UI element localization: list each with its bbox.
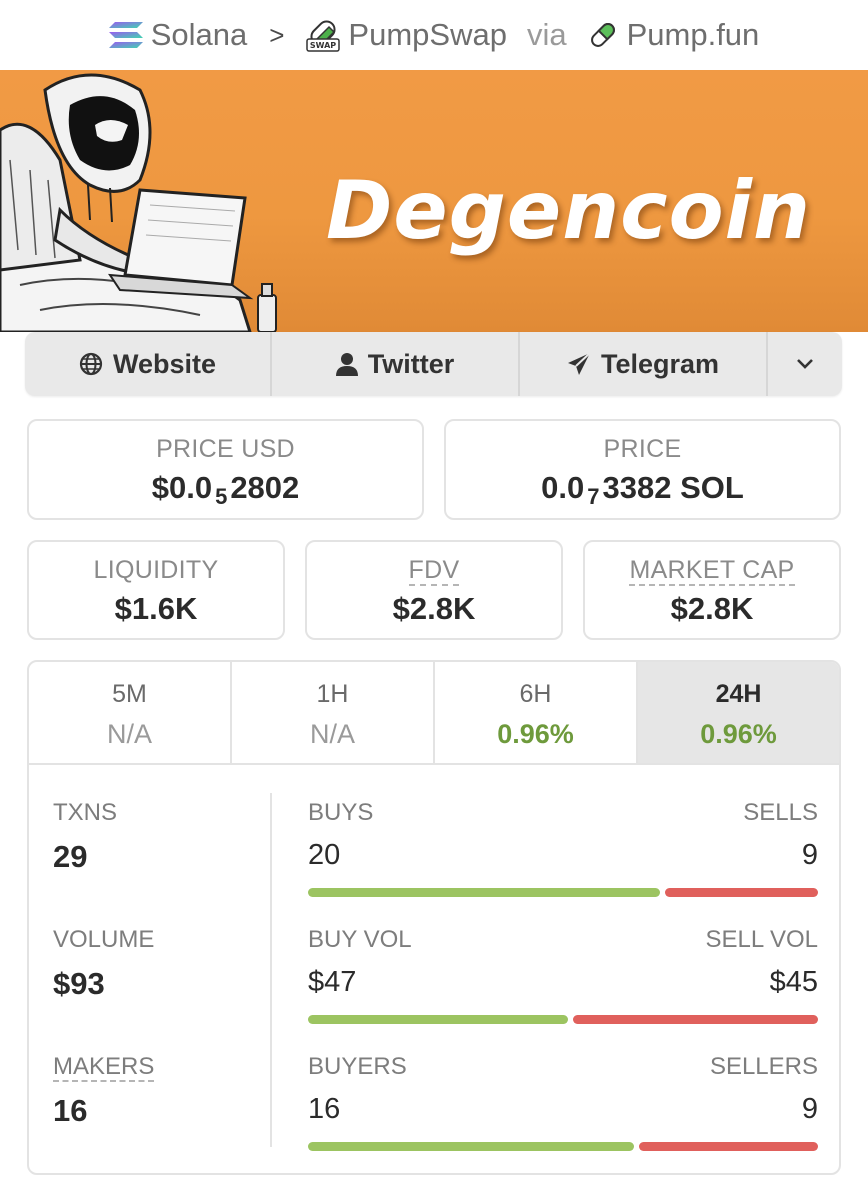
price-native-label: PRICE [603,435,682,463]
sells-label: SELLS [743,799,818,826]
tab-label: 24H [715,680,762,708]
user-icon [335,353,358,376]
stats-body: TXNS 29 VOLUME $93 MAKERS 16 BUYS SELLS … [29,765,839,1173]
sellers-value: 9 [801,1093,818,1125]
tab-label: 5M [112,680,147,708]
solana-icon [108,22,143,48]
chevron-right-icon: > [269,19,285,50]
social-links-bar: Website Twitter Telegram [25,332,842,396]
price-usd-card: PRICE USD $0.0 52802 [27,419,424,520]
price-usd-value: $0.0 52802 [151,470,300,509]
fdv-card[interactable]: FDV $2.8K [305,540,563,640]
buyvol-sellvol-ratio: BUY VOL SELL VOL $47 $45 [308,926,818,1024]
svg-text:SWAP: SWAP [310,41,336,50]
tab-change: 0.96% [700,719,777,749]
website-label: Website [112,348,217,379]
more-links-button[interactable] [768,332,842,396]
fdv-value: $2.8K [392,591,476,626]
sell-vol-value: $45 [769,966,818,998]
telegram-button[interactable]: Telegram [520,332,768,396]
token-name: Degencoin [326,164,811,257]
buy-vol-portion-bar [308,1015,569,1024]
tab-label: 1H [316,680,349,708]
tab-24h[interactable]: 24H 0.96% [638,662,839,763]
price-usd-label: PRICE USD [156,435,295,463]
fdv-label: FDV [408,556,460,586]
twitter-button[interactable]: Twitter [272,332,520,396]
buyers-value: 16 [308,1093,341,1125]
volume-stat: VOLUME $93 [53,926,154,1002]
sellers-portion-bar [639,1142,818,1151]
pumpswap-icon: SWAP [306,20,341,52]
buyers-label: BUYERS [308,1053,407,1080]
telegram-label: Telegram [600,348,720,379]
breadcrumb-chain[interactable]: Solana [108,17,248,53]
buyers-bar [308,1142,818,1151]
makers-stat[interactable]: MAKERS 16 [53,1053,155,1129]
market-cap-label: MARKET CAP [629,556,795,586]
buys-value: 20 [308,839,341,871]
market-cap-value: $2.8K [670,591,754,626]
sells-value: 9 [801,839,818,871]
makers-value: 16 [53,1093,88,1128]
buyers-portion-bar [308,1142,635,1151]
pill-icon [590,23,615,47]
breadcrumb-dex[interactable]: SWAP PumpSwap [306,17,507,53]
breadcrumb: Solana > SWAP PumpSwap via Pump.fun [0,0,868,70]
sellers-label: SELLERS [709,1053,818,1080]
makers-label: MAKERS [53,1053,155,1082]
buy-portion-bar [308,888,660,897]
buy-vol-value: $47 [308,966,357,998]
via-text: via [526,17,567,52]
sell-portion-bar [664,888,818,897]
buys-sells-bar [308,888,818,897]
dex-label: PumpSwap [348,17,507,52]
launchpad-label: Pump.fun [626,17,760,52]
timeframe-tabs: 5M N/A 1H N/A 6H 0.96% 24H 0.96% [29,662,839,765]
divider [270,793,272,1147]
tab-6h[interactable]: 6H 0.96% [435,662,638,763]
tab-change: N/A [106,719,152,749]
txns-value: 29 [53,839,88,874]
buys-sells-ratio: BUYS SELLS 20 9 [308,799,818,897]
breadcrumb-launchpad[interactable]: Pump.fun [587,17,760,53]
liquidity-label: LIQUIDITY [93,556,219,584]
price-native-card: PRICE 0.0 73382 SOL [444,419,841,520]
tab-label: 6H [519,680,552,708]
buys-label: BUYS [308,799,374,826]
chevron-down-icon [797,359,813,369]
buyers-sellers-ratio: BUYERS SELLERS 16 9 [308,1053,818,1151]
txns-stat: TXNS 29 [53,799,117,875]
tab-5m[interactable]: 5M N/A [29,662,232,763]
liquidity-card: LIQUIDITY $1.6K [27,540,285,640]
buy-vol-label: BUY VOL [308,926,412,953]
tab-change: N/A [309,719,355,749]
paper-plane-icon [567,352,591,375]
tab-1h[interactable]: 1H N/A [232,662,435,763]
market-cap-card[interactable]: MARKET CAP $2.8K [583,540,841,640]
sell-vol-portion-bar [573,1015,818,1024]
tab-change: 0.96% [497,719,574,749]
volume-bar [308,1015,818,1024]
volume-value: $93 [53,966,105,1001]
sell-vol-label: SELL VOL [705,926,818,953]
token-banner: Degencoin [0,70,868,332]
website-button[interactable]: Website [25,332,272,396]
liquidity-value: $1.6K [114,591,198,626]
chain-label: Solana [150,17,248,52]
price-native-value: 0.0 73382 SOL [541,470,744,509]
hooded-hacker-illustration [0,73,277,332]
globe-icon [79,352,103,376]
volume-label: VOLUME [53,926,155,953]
twitter-label: Twitter [367,348,455,379]
trading-stats-panel: 5M N/A 1H N/A 6H 0.96% 24H 0.96% TXNS 29… [27,660,841,1175]
txns-label: TXNS [53,799,118,826]
